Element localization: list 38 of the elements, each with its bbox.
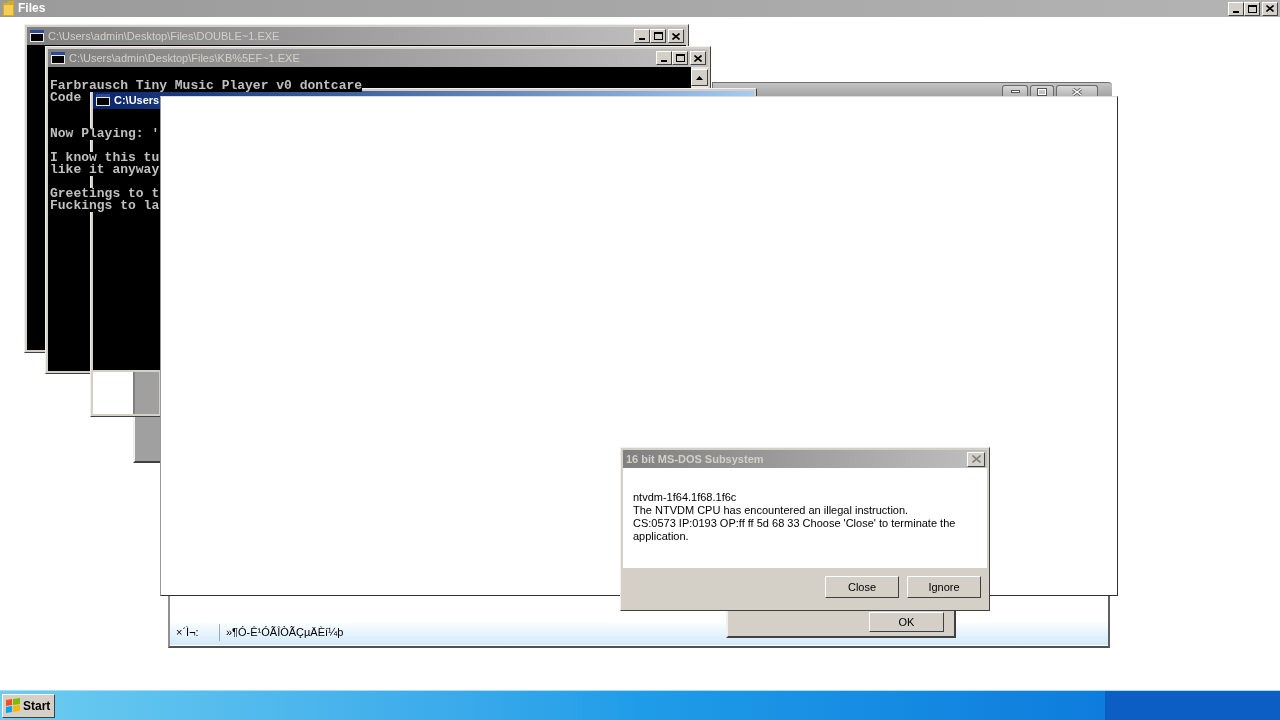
inner-panel	[135, 372, 159, 414]
terminal-icon	[51, 52, 65, 64]
scroll-up-button[interactable]	[691, 69, 708, 86]
status-text: »¶Ó-Ê¹ÓÃÎÒÃÇµÄÈí¼þ	[226, 626, 344, 639]
status-label: ×´Ì¬:	[176, 626, 200, 639]
close-icon	[672, 32, 680, 40]
minimize-icon	[1010, 90, 1020, 93]
minimize-icon	[639, 38, 645, 40]
ok-button[interactable]: OK	[869, 612, 944, 632]
message-text: ntvdm-1f64.1f68.1f6c	[633, 491, 738, 504]
maximize-icon	[675, 54, 685, 62]
window-title: Files	[18, 1, 46, 16]
close-icon	[971, 455, 981, 463]
window-title: C:\Users	[114, 93, 160, 107]
terminal-icon	[96, 94, 110, 106]
minimize-button[interactable]	[1002, 85, 1028, 97]
window-title: C:\Users\admin\Desktop\Files\KB%5EF~1.EXE	[69, 51, 300, 65]
folder-icon	[3, 1, 14, 16]
up-arrow-icon	[696, 75, 703, 80]
close-icon	[1266, 5, 1274, 12]
minimize-icon	[1233, 10, 1239, 13]
window-title: C:\Users\admin\Desktop\Files\DOUBLE~1.EXE	[48, 29, 280, 43]
maximize-icon	[1247, 4, 1257, 13]
message-text: CS:0573 IP:0193 OP:ff ff 5d 68 33 Choose 'Close' to terminate the application.	[633, 517, 957, 543]
start-button[interactable]: Start	[2, 693, 55, 718]
terminal-icon	[30, 30, 44, 42]
message-text: The NTVDM CPU has encountered an illegal instruction.	[633, 504, 910, 517]
flag-logo-icon	[5, 698, 21, 713]
close-icon	[694, 54, 702, 62]
maximize-icon	[1037, 87, 1047, 96]
dialog-button[interactable]: Close	[825, 576, 899, 598]
dialog-button[interactable]: Ignore	[907, 576, 981, 598]
close-icon	[1072, 87, 1082, 96]
maximize-icon	[653, 32, 663, 40]
maximize-button[interactable]	[1030, 85, 1054, 97]
blank-pane	[93, 372, 135, 414]
window-title: 16 bit MS-DOS Subsystem	[626, 452, 764, 466]
minimize-icon	[661, 60, 667, 62]
